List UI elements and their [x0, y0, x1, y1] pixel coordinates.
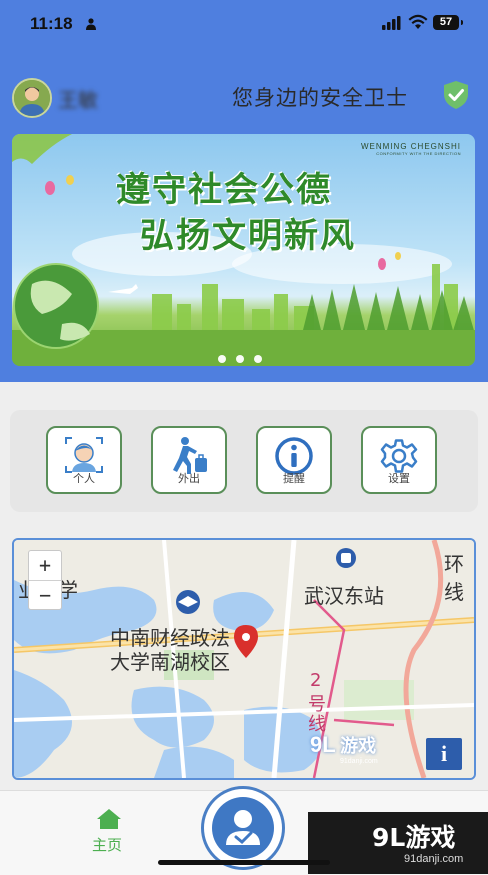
- banner-title-line2: 弘扬文明新风: [140, 216, 356, 256]
- map-label-campus-2: 大学南湖校区: [110, 650, 230, 674]
- map-watermark-9l: 9L: [310, 732, 336, 757]
- battery-icon: 57: [433, 15, 463, 30]
- avatar-person-icon: [14, 80, 50, 116]
- menu-outing-label: 外出: [178, 472, 200, 485]
- status-bar: 11:18 57: [0, 0, 488, 60]
- header-slogan: 您身边的安全卫士: [232, 86, 408, 110]
- corner-watermark-title: 9L游戏: [372, 823, 456, 852]
- tab-home-label[interactable]: 主页: [92, 834, 122, 855]
- status-time: 11:18: [30, 14, 73, 33]
- menu-reminder-label: 提醒: [283, 472, 305, 485]
- map-label-station: 武汉东站: [304, 584, 384, 608]
- menu-personal-button[interactable]: 个人: [46, 426, 122, 494]
- map-watermark: 9L 游戏 91danji.com: [310, 732, 378, 765]
- map-label-ring: 环: [444, 552, 464, 576]
- menu-outing-button[interactable]: 外出: [151, 426, 227, 494]
- person-status-icon: [86, 18, 96, 30]
- home-indicator[interactable]: [158, 860, 330, 865]
- map-zoom-control: + −: [28, 550, 62, 610]
- center-profile-button[interactable]: [201, 786, 285, 870]
- carousel-dot-1[interactable]: [218, 355, 226, 363]
- carousel-dot-3[interactable]: [254, 355, 262, 363]
- zoom-out-button[interactable]: −: [29, 581, 61, 610]
- avatar[interactable]: [12, 78, 52, 118]
- banner-title-line1: 遵守社会公德: [116, 170, 332, 210]
- center-button-inner: [212, 797, 274, 859]
- banner-en-subtitle: CONFORMITY WITH THE DIRECTION: [376, 151, 461, 156]
- map-label-ring-line: 线: [444, 580, 464, 604]
- zoom-in-button[interactable]: +: [29, 551, 61, 581]
- corner-watermark-url: 91danji.com: [404, 853, 464, 865]
- wifi-icon: [408, 14, 428, 29]
- carousel-dot-2[interactable]: [236, 355, 244, 363]
- username: 王敏: [58, 88, 98, 112]
- person-face-icon: [65, 437, 103, 473]
- map-watermark-text: 游戏: [340, 736, 377, 756]
- location-map[interactable]: 业大学 武汉东站 环 线 中南财经政法 大学南湖校区 2 号 线: [12, 538, 476, 780]
- map-watermark-url: 91danji.com: [340, 758, 378, 765]
- banner-en-title: WENMING CHEGNSHI: [361, 142, 461, 151]
- shield-check-icon: [444, 81, 468, 109]
- map-label-line-number: 2: [310, 670, 322, 691]
- map-tiles: [14, 540, 474, 778]
- banner-english-title: WENMING CHEGNSHI CONFORMITY WITH THE DIR…: [361, 142, 461, 156]
- menu-reminder-button[interactable]: 提醒: [256, 426, 332, 494]
- map-info-button[interactable]: i: [426, 738, 462, 770]
- menu-settings-label: 设置: [388, 472, 410, 485]
- carousel-indicators[interactable]: [218, 348, 272, 366]
- user-check-icon: [226, 810, 260, 845]
- cellular-signal-icon: [382, 16, 401, 30]
- menu-settings-button[interactable]: 设置: [361, 426, 437, 494]
- menu-personal-label: 个人: [73, 472, 95, 485]
- corner-watermark: 9L游戏 91danji.com: [308, 812, 488, 874]
- banner-carousel[interactable]: WENMING CHEGNSHI CONFORMITY WITH THE DIR…: [12, 134, 475, 366]
- home-icon[interactable]: [96, 808, 122, 830]
